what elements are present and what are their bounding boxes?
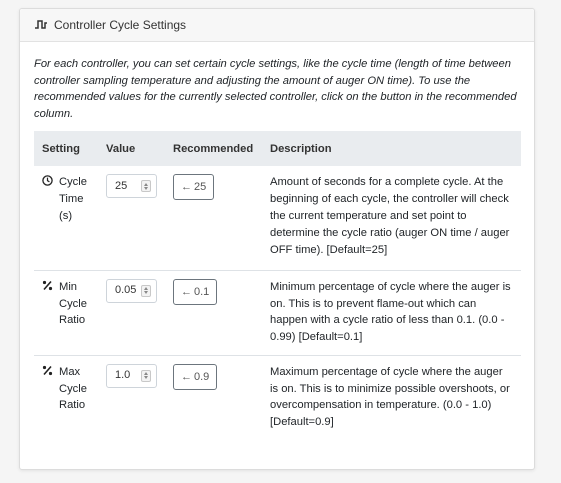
table-row: Max Cycle Ratio 1.0 ← 0.9 Maximum percen…	[34, 354, 521, 441]
card-title: Controller Cycle Settings	[54, 18, 187, 32]
header-value: Value	[98, 131, 165, 167]
description-cell: Amount of seconds for a complete cycle. …	[270, 176, 510, 256]
recommended-min-cycle-ratio-button[interactable]: ← 0.1	[173, 278, 218, 305]
table-header-row: Setting Value Recommended Description	[34, 131, 521, 167]
cycle-settings-table: Setting Value Recommended Description Cy…	[34, 131, 521, 441]
table-row: Min Cycle Ratio 0.05 ← 0.1 Minimum perce…	[34, 269, 521, 356]
header-description: Description	[262, 131, 521, 167]
spinner-icon[interactable]	[141, 369, 151, 382]
max-cycle-ratio-input[interactable]: 1.0	[106, 363, 157, 388]
table-row: Cycle Time (s) 25 ← 25 Amount of seconds…	[34, 166, 521, 270]
arrow-left-icon: ←	[181, 181, 192, 194]
setting-label: Cycle Time (s)	[59, 176, 87, 222]
recommended-max-cycle-ratio-button[interactable]: ← 0.9	[173, 363, 218, 390]
arrow-left-icon: ←	[181, 285, 192, 298]
cycle-settings-card: Controller Cycle Settings For each contr…	[19, 8, 535, 470]
description-cell: Minimum percentage of cycle where the au…	[262, 269, 521, 356]
percent-icon	[42, 364, 56, 414]
clock-icon	[42, 174, 56, 224]
min-cycle-ratio-input[interactable]: 0.05	[106, 278, 157, 303]
spinner-icon[interactable]	[141, 284, 151, 297]
intro-text: For each controller, you can set certain…	[34, 58, 517, 120]
description-cell: Maximum percentage of cycle where the au…	[262, 354, 521, 441]
spinner-icon[interactable]	[141, 180, 151, 193]
header-setting: Setting	[34, 131, 98, 167]
percent-icon	[42, 279, 56, 329]
cycle-time-input[interactable]: 25	[106, 174, 157, 199]
pulse-wave-icon	[34, 19, 48, 31]
arrow-left-icon: ←	[181, 370, 192, 383]
recommended-cycle-time-button[interactable]: ← 25	[173, 174, 215, 201]
header-recommended: Recommended	[165, 131, 262, 167]
card-header: Controller Cycle Settings	[20, 9, 534, 42]
setting-label: Max Cycle Ratio	[59, 365, 87, 412]
setting-label: Min Cycle Ratio	[59, 280, 87, 327]
